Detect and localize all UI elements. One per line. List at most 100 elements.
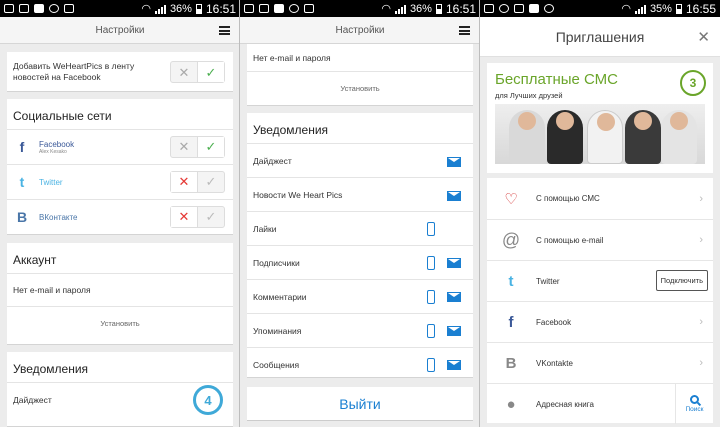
social-name[interactable]: ВКонтакте: [39, 213, 78, 222]
invite-sms[interactable]: ♡ С помощью СМС ›: [487, 178, 713, 219]
close-icon[interactable]: ✕: [697, 28, 710, 46]
mail-icon: [447, 190, 461, 201]
cloud-icon: [34, 4, 44, 13]
wifi-icon: ◠: [141, 3, 151, 15]
social-name[interactable]: Facebook: [39, 140, 74, 149]
vkontakte-icon: B: [505, 354, 517, 372]
invite-label: Facebook: [536, 317, 572, 327]
mail-icon: [447, 325, 461, 336]
notification-channels: [424, 323, 461, 338]
vkontakte-icon: B: [16, 209, 28, 225]
account-status-text: Нет e-mail и пароля: [253, 52, 331, 63]
email-slot[interactable]: [447, 256, 461, 270]
invitations-screen: ◠ 35% 16:55 Приглашения ✕ Бесплатные СМС…: [480, 0, 720, 427]
logout-label: Выйти: [339, 395, 381, 412]
facebook-feed-toggle[interactable]: ✕ ✓: [170, 61, 225, 83]
twitter-toggle[interactable]: ✕ ✓: [170, 171, 225, 193]
page-title: Приглашения: [555, 28, 645, 45]
invite-vkontakte[interactable]: B VKontakte ›: [487, 342, 713, 383]
set-password-button[interactable]: Установить: [247, 71, 473, 105]
chevron-right-icon: ›: [699, 192, 703, 205]
push-slot[interactable]: [424, 221, 438, 236]
social-name[interactable]: Twitter: [39, 178, 63, 187]
sms-heart-icon: ♡: [504, 190, 518, 208]
person-figure: [661, 110, 697, 164]
signal-icon: [634, 4, 646, 14]
account-status: Нет e-mail и пароля: [247, 44, 473, 71]
status-bar: ◠ 35% 16:55: [480, 0, 720, 17]
notification-row-digest[interactable]: Дайджест 4: [7, 382, 233, 416]
push-slot[interactable]: [424, 189, 438, 201]
x-icon: ✕: [171, 207, 198, 227]
phone-icon: [427, 221, 435, 236]
notification-label: Новости We Heart Pics: [253, 189, 343, 200]
notification-label: Комментарии: [253, 291, 307, 302]
menu-icon[interactable]: [459, 26, 470, 35]
notifications-card: Уведомления Дайджест Новости We Heart Pic…: [247, 113, 473, 378]
free-sms-promo[interactable]: Бесплатные СМС для Лучших друзей 3: [487, 63, 713, 173]
wifi-icon: ◠: [621, 3, 631, 15]
facebook-toggle[interactable]: ✕ ✓: [170, 136, 225, 158]
menu-icon[interactable]: [219, 26, 230, 35]
image-icon: [19, 4, 29, 13]
twitter-icon: t: [19, 174, 25, 190]
person-figure: [509, 110, 545, 164]
invite-label: Адресная книга: [536, 399, 594, 409]
notification-channels: [424, 255, 461, 270]
address-book-search-button[interactable]: Поиск: [675, 384, 713, 424]
set-password-button[interactable]: Установить: [7, 306, 233, 340]
push-slot[interactable]: [424, 289, 438, 304]
notification-label: Сообщения: [253, 359, 300, 370]
facebook-feed-label: Добавить WeHeartPics в ленту новостей на…: [13, 61, 135, 82]
image-icon: [514, 4, 524, 13]
chevron-right-icon: ›: [699, 357, 703, 369]
invite-address-book[interactable]: ● Адресная книга Поиск: [487, 383, 713, 424]
invite-facebook[interactable]: f Facebook ›: [487, 301, 713, 342]
search-icon: [690, 395, 699, 404]
at-icon: @: [501, 229, 521, 250]
social-row-vkontakte: B ВКонтакте ✕ ✓: [7, 199, 233, 234]
wifi-icon: ◠: [381, 3, 391, 15]
invitations-header: Приглашения ✕: [480, 17, 720, 57]
email-slot[interactable]: [447, 324, 461, 338]
notification-label: Подписчики: [253, 257, 300, 268]
notification-list: Дайджест Новости We Heart Pics Лайки Подпис…: [247, 143, 473, 381]
push-slot[interactable]: [424, 323, 438, 338]
notification-channels: [424, 221, 461, 236]
phone-icon: [427, 255, 435, 270]
set-password-label: Установить: [340, 84, 380, 93]
phone-icon: [427, 289, 435, 304]
notification-label: Лайки: [253, 223, 277, 234]
push-slot[interactable]: [424, 255, 438, 270]
social-networks-card: Социальные сети f Facebook Alex Kesako ✕…: [7, 99, 233, 235]
email-slot[interactable]: [447, 290, 461, 304]
logout-button[interactable]: Выйти: [247, 387, 473, 421]
notification-row: Дайджест: [247, 143, 473, 177]
battery-percent: 36%: [169, 2, 192, 15]
push-slot[interactable]: [424, 357, 438, 372]
invite-label: С помощью СМС: [536, 194, 600, 203]
vkontakte-toggle[interactable]: ✕ ✓: [170, 206, 225, 228]
search-label: Поиск: [685, 406, 704, 413]
email-slot[interactable]: [447, 358, 461, 372]
twitter-icon: t: [508, 272, 514, 290]
social-account: Alex Kesako: [39, 148, 67, 155]
phone-icon: [427, 357, 435, 372]
chevron-right-icon: ›: [699, 234, 703, 246]
twitter-connect-button[interactable]: Подключить: [655, 270, 708, 291]
notification-channels: [424, 155, 461, 167]
push-slot[interactable]: [424, 155, 438, 167]
email-slot[interactable]: [447, 155, 461, 167]
mail-icon: [447, 359, 461, 370]
clock: 16:51: [205, 1, 236, 16]
email-slot[interactable]: [447, 189, 461, 201]
facebook-feed-row: Добавить WeHeartPics в ленту новостей на…: [7, 52, 233, 92]
step-badge: 3: [680, 70, 706, 96]
invite-email[interactable]: @ С помощью e-mail ›: [487, 219, 713, 260]
email-slot[interactable]: [447, 222, 461, 236]
check-icon: ✓: [205, 209, 217, 224]
battery-icon: [195, 3, 202, 14]
mail-icon: [447, 257, 461, 268]
person-figure: [587, 110, 623, 164]
check-icon: [49, 4, 59, 13]
